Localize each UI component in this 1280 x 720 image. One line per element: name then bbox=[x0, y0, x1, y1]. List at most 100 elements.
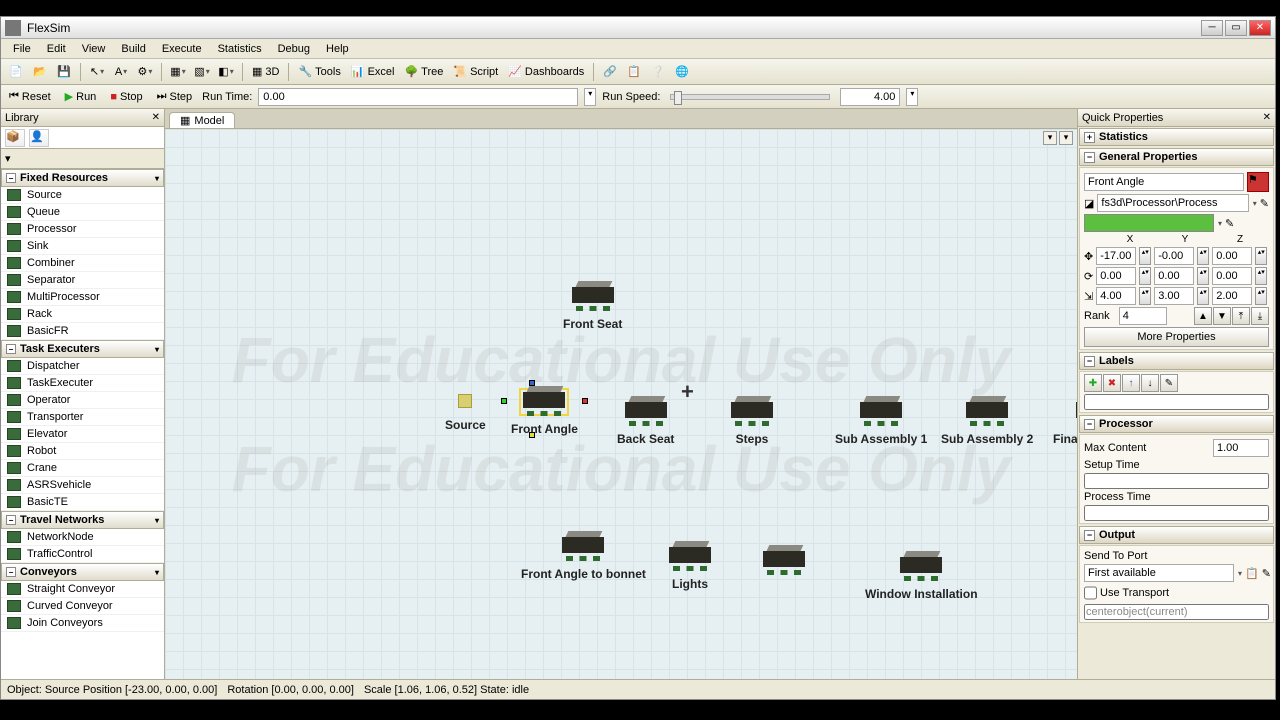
color-bar[interactable] bbox=[1084, 214, 1214, 232]
labels-field[interactable] bbox=[1084, 394, 1269, 410]
lib-section-header[interactable]: −Fixed Resources▾ bbox=[1, 169, 164, 187]
shape-dropdown[interactable]: ▾ bbox=[1253, 199, 1257, 208]
scl-y-input[interactable] bbox=[1154, 287, 1194, 305]
canvas-object-fab[interactable]: Front Angle to bonnet bbox=[521, 537, 646, 581]
scl-x-input[interactable] bbox=[1096, 287, 1136, 305]
lib-item[interactable]: Transporter bbox=[1, 409, 164, 426]
runspeed-slider[interactable] bbox=[670, 94, 830, 100]
minimize-button[interactable]: ─ bbox=[1201, 20, 1223, 36]
output-header[interactable]: −Output bbox=[1079, 526, 1274, 544]
color-dropdown[interactable]: ▾ bbox=[1218, 219, 1222, 228]
rot-y-input[interactable] bbox=[1154, 267, 1194, 285]
object-name-input[interactable] bbox=[1084, 173, 1244, 191]
rank-input[interactable] bbox=[1119, 307, 1167, 325]
menu-execute[interactable]: Execute bbox=[156, 41, 208, 57]
use-transport-checkbox[interactable] bbox=[1084, 584, 1097, 602]
processor-header[interactable]: −Processor bbox=[1079, 415, 1274, 433]
run-button[interactable]: ▶ Run bbox=[61, 88, 101, 106]
dashboards-button[interactable]: 📈 Dashboards bbox=[504, 62, 588, 82]
canvas-object-fa[interactable]: Front Angle bbox=[511, 392, 578, 436]
lib-item[interactable]: Source bbox=[1, 187, 164, 204]
snap-button[interactable]: ▧▾ bbox=[191, 62, 213, 82]
save-button[interactable]: 💾 bbox=[53, 62, 75, 82]
canvas-object-sa2[interactable]: Sub Assembly 2 bbox=[941, 402, 1033, 446]
help-button[interactable]: ❔ bbox=[647, 62, 669, 82]
view-cube-button[interactable]: ◧▾ bbox=[215, 62, 237, 82]
rank-up-button[interactable]: ▲ bbox=[1194, 307, 1212, 325]
library-tab-objects[interactable]: 📦 bbox=[5, 129, 25, 147]
menu-help[interactable]: Help bbox=[320, 41, 355, 57]
statistics-header[interactable]: +Statistics bbox=[1079, 128, 1274, 146]
flag-button[interactable]: ⚑ bbox=[1247, 172, 1269, 192]
tree-button[interactable]: 🌳 Tree bbox=[400, 62, 447, 82]
select-tool-button[interactable]: ↖▾ bbox=[86, 62, 108, 82]
reset-button[interactable]: ⏮ Reset bbox=[5, 88, 55, 106]
runspeed-dropdown[interactable]: ▾ bbox=[906, 88, 918, 106]
label-down-button[interactable]: ↓ bbox=[1141, 374, 1159, 392]
lib-item[interactable]: Separator bbox=[1, 272, 164, 289]
canvas-object-st[interactable]: Steps bbox=[731, 402, 773, 446]
shape-edit-icon[interactable]: ✎ bbox=[1260, 197, 1269, 210]
general-properties-header[interactable]: −General Properties bbox=[1079, 148, 1274, 166]
web-button[interactable]: 🌐 bbox=[671, 62, 693, 82]
lib-item[interactable]: Combiner bbox=[1, 255, 164, 272]
menu-debug[interactable]: Debug bbox=[272, 41, 316, 57]
rot-z-input[interactable] bbox=[1212, 267, 1252, 285]
lib-item[interactable]: MultiProcessor bbox=[1, 289, 164, 306]
color-pick-icon[interactable]: ✎ bbox=[1225, 217, 1234, 230]
grid-plane-button[interactable]: ▦▾ bbox=[167, 62, 189, 82]
menu-build[interactable]: Build bbox=[115, 41, 151, 57]
runtime-value[interactable]: 0.00 bbox=[258, 88, 578, 106]
pos-y-input[interactable] bbox=[1154, 247, 1194, 265]
canvas-object-sa1[interactable]: Sub Assembly 1 bbox=[835, 402, 927, 446]
center-object-input[interactable] bbox=[1084, 604, 1269, 620]
lib-item[interactable]: Straight Conveyor bbox=[1, 581, 164, 598]
label-edit-button[interactable]: ✎ bbox=[1160, 374, 1178, 392]
lib-item[interactable]: Sink bbox=[1, 238, 164, 255]
stop-button[interactable]: ■ Stop bbox=[106, 88, 146, 106]
lib-item[interactable]: Crane bbox=[1, 460, 164, 477]
send-to-edit-icon[interactable]: ✎ bbox=[1262, 567, 1271, 580]
canvas-object-bs[interactable]: Back Seat bbox=[617, 402, 674, 446]
send-to-list-icon[interactable]: 📋 bbox=[1245, 567, 1259, 580]
shape-path-input[interactable] bbox=[1097, 194, 1248, 212]
runspeed-value[interactable]: 4.00 bbox=[840, 88, 900, 106]
rot-x-input[interactable] bbox=[1096, 267, 1136, 285]
lib-item[interactable]: Curved Conveyor bbox=[1, 598, 164, 615]
close-button[interactable]: ✕ bbox=[1249, 20, 1271, 36]
connect-a-button[interactable]: A▾ bbox=[110, 62, 132, 82]
lib-item[interactable]: Operator bbox=[1, 392, 164, 409]
lib-item[interactable]: Robot bbox=[1, 443, 164, 460]
tools-button[interactable]: 🔧 Tools bbox=[294, 62, 344, 82]
filter-icon[interactable]: ▾ bbox=[5, 152, 11, 165]
canvas-object-src[interactable]: Source bbox=[445, 394, 486, 432]
lib-item[interactable]: BasicTE bbox=[1, 494, 164, 511]
lib-item[interactable]: TaskExecuter bbox=[1, 375, 164, 392]
label-up-button[interactable]: ↑ bbox=[1122, 374, 1140, 392]
lib-item[interactable]: TrafficControl bbox=[1, 546, 164, 563]
process-time-input[interactable] bbox=[1084, 505, 1269, 521]
lib-section-header[interactable]: −Conveyors▾ bbox=[1, 563, 164, 581]
lib-item[interactable]: NetworkNode bbox=[1, 529, 164, 546]
lib-item[interactable]: Queue bbox=[1, 204, 164, 221]
menu-file[interactable]: File bbox=[7, 41, 37, 57]
canvas-dropdown-2[interactable]: ▾ bbox=[1059, 131, 1073, 145]
label-delete-button[interactable]: ✖ bbox=[1103, 374, 1121, 392]
lib-item[interactable]: BasicFR bbox=[1, 323, 164, 340]
max-content-input[interactable] bbox=[1213, 439, 1269, 457]
labels-header[interactable]: −Labels bbox=[1079, 352, 1274, 370]
send-to-dropdown[interactable]: ▾ bbox=[1238, 569, 1242, 578]
lib-item[interactable]: Join Conveyors bbox=[1, 615, 164, 632]
runtime-dropdown[interactable]: ▾ bbox=[584, 88, 596, 106]
scl-z-input[interactable] bbox=[1212, 287, 1252, 305]
rank-bottom-button[interactable]: ⤓ bbox=[1251, 307, 1269, 325]
canvas-object-un[interactable] bbox=[763, 551, 805, 581]
lib-item[interactable]: Rack bbox=[1, 306, 164, 323]
new-button[interactable]: 📄 bbox=[5, 62, 27, 82]
lib-item[interactable]: Processor bbox=[1, 221, 164, 238]
step-button[interactable]: ⏭ Step bbox=[153, 88, 197, 106]
link-button[interactable]: 🔗 bbox=[599, 62, 621, 82]
lib-item[interactable]: Elevator bbox=[1, 426, 164, 443]
menu-view[interactable]: View bbox=[76, 41, 112, 57]
lib-item[interactable]: ASRSvehicle bbox=[1, 477, 164, 494]
